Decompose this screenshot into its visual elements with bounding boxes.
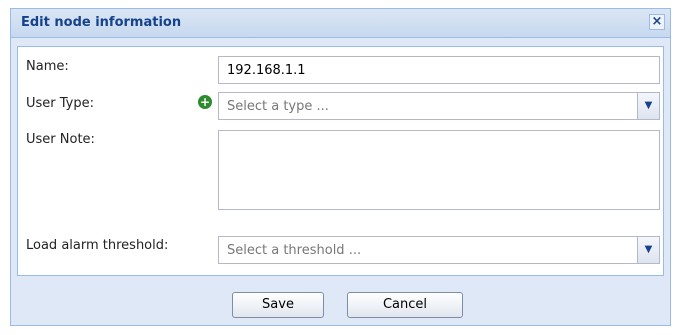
chevron-down-icon[interactable]: ▼ [637,93,659,119]
user-type-label: User Type: [26,96,95,111]
threshold-label: Load alarm threshold: [26,238,169,253]
cancel-button[interactable]: Cancel [347,292,463,318]
name-field[interactable]: 192.168.1.1 [218,56,660,84]
name-label: Name: [26,59,69,74]
dialog-title: Edit node information [21,15,182,30]
save-button[interactable]: Save [232,292,324,318]
user-note-label: User Note: [26,132,95,147]
chevron-down-icon[interactable]: ▼ [637,237,659,263]
edit-node-dialog: Edit node information × Name: 192.168.1.… [10,8,671,326]
form-panel: Name: 192.168.1.1 User Type: + Select a … [17,46,664,276]
threshold-select[interactable]: Select a threshold ... ▼ [218,236,660,264]
user-type-placeholder: Select a type ... [227,99,329,114]
user-type-select[interactable]: Select a type ... ▼ [218,92,660,120]
dialog-titlebar: Edit node information × [11,9,670,38]
close-icon[interactable]: × [649,14,665,30]
threshold-placeholder: Select a threshold ... [227,243,362,258]
plus-circle-icon[interactable]: + [198,95,212,109]
user-note-textarea[interactable] [218,130,660,210]
